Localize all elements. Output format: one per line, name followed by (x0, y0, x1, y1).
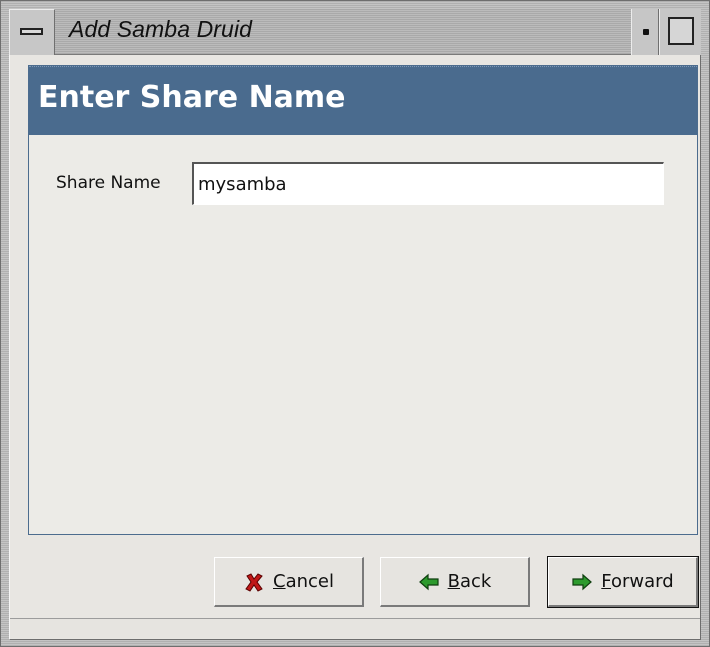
cancel-x-icon (245, 572, 263, 592)
cancel-mnemonic: C (273, 571, 286, 592)
back-label-rest: ack (460, 571, 492, 592)
maximize-button[interactable] (659, 9, 701, 55)
share-name-label: Share Name (56, 173, 161, 193)
back-mnemonic: B (447, 571, 460, 592)
minimize-icon (643, 29, 649, 35)
window-menu-button[interactable] (9, 9, 55, 55)
back-button-label: Back (448, 571, 492, 592)
maximize-icon (668, 17, 694, 45)
minimize-button[interactable] (631, 9, 659, 55)
cancel-label-rest: ancel (285, 571, 334, 592)
forward-button[interactable]: Forward (548, 557, 698, 607)
forward-mnemonic: F (601, 571, 612, 592)
forward-label-rest: orward (611, 571, 674, 592)
window-title: Add Samba Druid (69, 16, 253, 42)
cancel-button-label: Cancel (273, 571, 334, 592)
druid-page: Enter Share Name Share Name (28, 65, 698, 535)
druid-header: Enter Share Name (29, 66, 697, 135)
arrow-left-icon (418, 573, 439, 590)
page-title: Enter Share Name (38, 80, 346, 115)
arrow-right-icon (572, 573, 593, 590)
share-name-row: Share Name (29, 162, 697, 206)
forward-button-label: Forward (601, 571, 673, 592)
title-bar[interactable]: Add Samba Druid (9, 9, 701, 55)
share-name-input[interactable] (192, 162, 664, 205)
status-strip (10, 618, 700, 638)
window-menu-icon (20, 28, 43, 35)
back-button[interactable]: Back (380, 557, 530, 607)
cancel-button[interactable]: Cancel (214, 557, 364, 607)
